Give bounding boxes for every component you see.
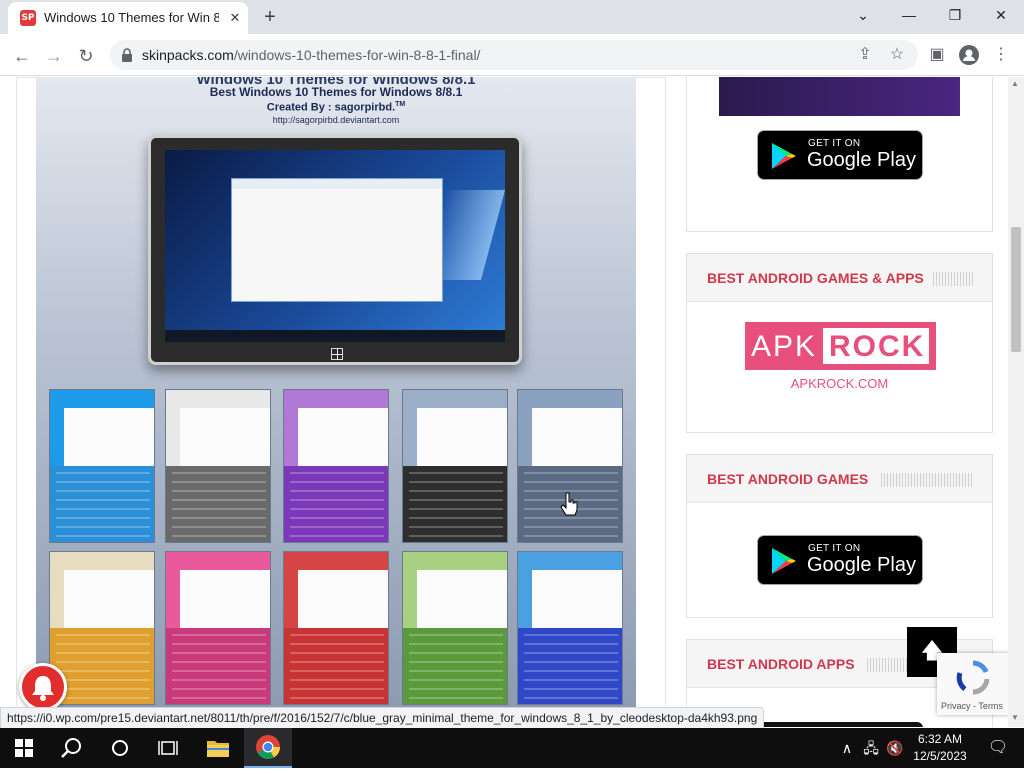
taskbar-clock[interactable]: 6:32 AM 12/5/2023: [908, 731, 972, 765]
credit-tm: TM: [395, 101, 406, 108]
bell-icon: [32, 676, 54, 701]
theme-thumbnail[interactable]: [517, 389, 623, 543]
forward-button[interactable]: →: [40, 42, 68, 70]
google-play-badge[interactable]: GET IT ON Google Play: [757, 535, 923, 585]
share-icon[interactable]: ⇪: [852, 42, 878, 68]
apk-logo-right: ROCK: [829, 330, 926, 363]
tablet-mockup: [148, 135, 522, 365]
privacy-link[interactable]: Privacy: [941, 701, 971, 711]
clock-time: 6:32 AM: [917, 732, 963, 746]
section-title-games: BEST ANDROID GAMES: [707, 471, 869, 487]
link-status-bar: https://i0.wp.com/pre15.deviantart.net/8…: [0, 707, 765, 729]
recaptcha-icon: [956, 660, 990, 695]
recaptcha-badge[interactable]: Privacy - Terms: [937, 653, 1009, 715]
divider-dots: [881, 473, 973, 487]
notification-icon[interactable]: 🗨: [978, 728, 1018, 768]
tab-title: Windows 10 Themes for Win 8/8: [44, 10, 219, 25]
show-hidden-icons-icon[interactable]: ∧: [836, 728, 858, 768]
lock-icon[interactable]: [120, 47, 134, 63]
bookmark-star-icon[interactable]: ☆: [884, 42, 910, 68]
windows-taskbar: ∧ 🖧 🔇 6:32 AM 12/5/2023 🗨: [0, 728, 1024, 768]
tab-close-icon[interactable]: ✕: [226, 9, 244, 27]
browser-toolbar: ← → ↻ skinpacks.com/windows-10-themes-fo…: [0, 34, 1024, 76]
theme-thumbnail[interactable]: [49, 389, 155, 543]
url-text: skinpacks.com/windows-10-themes-for-win-…: [142, 47, 480, 63]
address-bar[interactable]: skinpacks.com/windows-10-themes-for-win-…: [110, 40, 918, 70]
preview-credit: Created By : sagorpirbd.TM: [36, 101, 636, 114]
theme-preview-image[interactable]: Windows 10 Themes for Windows 8/8.1 Best…: [36, 77, 636, 717]
apkrock-link[interactable]: APKROCK.COM: [687, 376, 992, 391]
reload-button[interactable]: ↻: [72, 42, 100, 70]
task-view-icon[interactable]: [144, 728, 192, 768]
skinpacks-favicon-icon: SP: [20, 10, 36, 26]
page-scrollbar[interactable]: ▲ ▼: [1008, 77, 1024, 727]
cortana-icon[interactable]: [96, 728, 144, 768]
gplay-small-label: GET IT ON: [808, 138, 861, 149]
gplay-small-label: GET IT ON: [808, 543, 861, 554]
network-icon[interactable]: 🖧: [860, 728, 882, 768]
apkrock-logo[interactable]: APK ROCK: [745, 322, 936, 370]
browser-tab[interactable]: SP Windows 10 Themes for Win 8/8 ✕: [8, 2, 248, 34]
web-page: Windows 10 Themes for Windows 8/8.1 Best…: [0, 77, 1024, 727]
hand-cursor-icon: [560, 492, 578, 516]
explorer-window-preview: [231, 178, 443, 302]
new-tab-button[interactable]: +: [258, 5, 282, 29]
side-panel-icon[interactable]: ▣: [924, 42, 950, 68]
theme-thumbnail[interactable]: [517, 551, 623, 705]
sidebar-card-games-apps: BEST ANDROID GAMES & APPS APK ROCK APKRO…: [686, 253, 993, 433]
search-icon[interactable]: [48, 728, 96, 768]
theme-thumbnail[interactable]: [283, 551, 389, 705]
theme-thumbnail[interactable]: [165, 551, 271, 705]
credit-text: Created By : sagorpirbd.: [266, 101, 396, 114]
back-button[interactable]: ←: [8, 42, 36, 70]
google-play-icon: [772, 548, 796, 574]
windows-start-icon[interactable]: [0, 728, 48, 768]
section-header: BEST ANDROID GAMES: [687, 455, 992, 503]
chrome-icon[interactable]: [244, 728, 292, 768]
google-play-icon: [772, 143, 796, 169]
scrollbar-thumb[interactable]: [1011, 227, 1021, 352]
apk-logo-left: APK: [751, 330, 818, 363]
profile-avatar-icon[interactable]: [956, 42, 982, 68]
gplay-big-label: Google Play: [807, 149, 916, 171]
chrome-menu-icon[interactable]: ⋮: [988, 42, 1014, 68]
close-window-button[interactable]: ✕: [978, 0, 1024, 30]
google-play-badge[interactable]: GET IT ON Google Play: [757, 130, 923, 180]
notification-bell-button[interactable]: [19, 663, 67, 711]
tab-search-chevron-icon[interactable]: ⌄: [840, 0, 886, 30]
preview-subheading: Best Windows 10 Themes for Windows 8/8.1: [209, 85, 463, 99]
windows-home-icon: [331, 348, 343, 360]
theme-thumbnail[interactable]: [283, 389, 389, 543]
url-host: skinpacks.com: [142, 47, 234, 63]
theme-thumbnail[interactable]: [165, 389, 271, 543]
scroll-up-icon[interactable]: ▲: [1011, 79, 1019, 88]
theme-thumbnail[interactable]: [402, 389, 508, 543]
minimize-button[interactable]: —: [886, 0, 932, 30]
section-title-games-apps: BEST ANDROID GAMES & APPS: [707, 270, 924, 286]
section-header: BEST ANDROID GAMES & APPS: [687, 254, 992, 302]
tab-strip: SP Windows 10 Themes for Win 8/8 ✕ + ⌄ —…: [0, 0, 1024, 34]
restore-button[interactable]: ❐: [932, 0, 978, 30]
theme-thumbnail[interactable]: [402, 551, 508, 705]
sidebar-card-ad: GET IT ON Google Play: [686, 77, 993, 232]
file-explorer-icon[interactable]: [194, 728, 242, 768]
preview-link: http://sagorpirbd.deviantart.com: [272, 115, 400, 125]
divider-dots: [933, 272, 973, 286]
url-path: /windows-10-themes-for-win-8-8-1-final/: [233, 47, 481, 63]
terms-link[interactable]: Terms: [978, 701, 1003, 711]
volume-muted-icon[interactable]: 🔇: [884, 728, 906, 768]
preview-taskbar: [165, 330, 505, 342]
ad-banner[interactable]: [719, 77, 960, 116]
tablet-screen: [165, 150, 505, 342]
scroll-down-icon[interactable]: ▼: [1011, 713, 1019, 722]
clock-date: 12/5/2023: [913, 749, 967, 763]
recaptcha-links: Privacy - Terms: [941, 701, 1003, 711]
section-title-apps: BEST ANDROID APPS: [707, 656, 855, 672]
gplay-big-label: Google Play: [807, 554, 916, 576]
sidebar-card-games: BEST ANDROID GAMES GET IT ON Google Play: [686, 454, 993, 618]
